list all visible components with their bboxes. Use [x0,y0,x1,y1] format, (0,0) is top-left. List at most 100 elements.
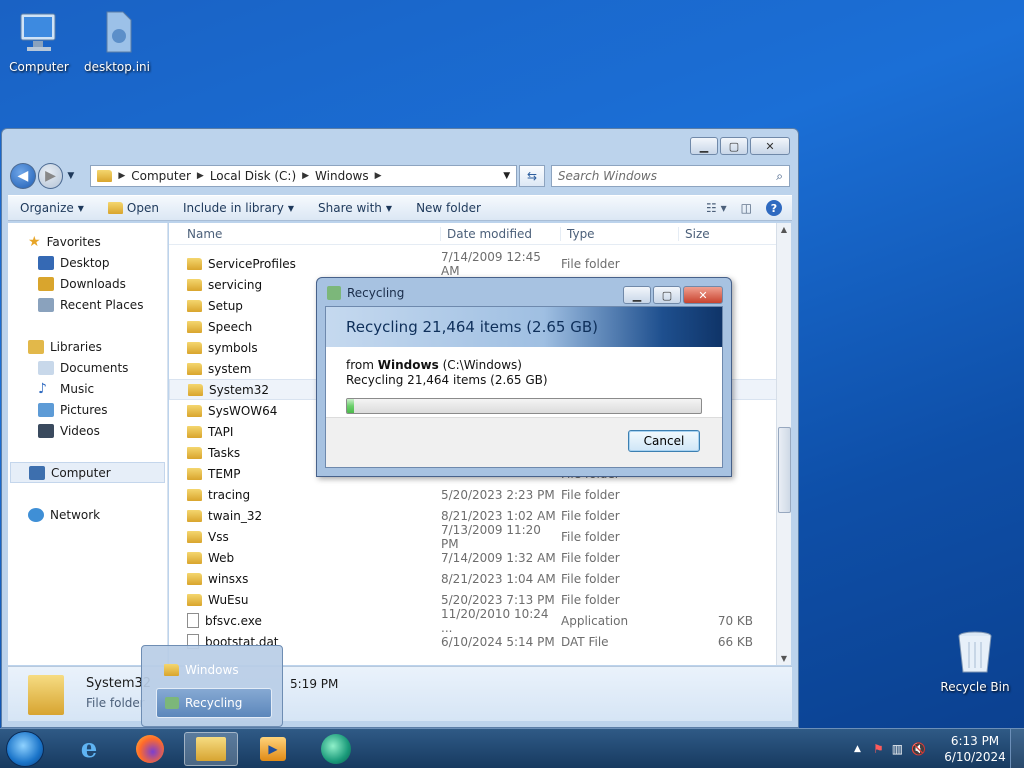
progress-fill [347,399,355,413]
taskbar-media-player[interactable]: ▶ [246,732,300,766]
window-list-item-recycling[interactable]: Recycling [156,688,272,718]
file-row[interactable]: winsxs 8/21/2023 1:04 AM File folder [169,568,779,589]
scrollbar-thumb[interactable] [778,427,791,513]
share-with-button[interactable]: Share with ▼ [306,201,404,215]
column-type[interactable]: Type [561,226,679,241]
file-date: 7/13/2009 11:20 PM [441,522,541,551]
show-hidden-icons-icon[interactable]: ▲ [854,744,861,754]
nav-network[interactable]: Network [8,504,167,525]
clock[interactable]: 6:13 PM 6/10/2024 [940,733,1010,765]
column-date[interactable]: Date modified [441,226,561,241]
taskbar-firefox[interactable] [123,732,177,766]
taskbar-internet-explorer[interactable]: e [62,732,116,766]
open-button[interactable]: Open [96,201,171,215]
dialog-minimize-button[interactable]: ▁ [623,286,651,304]
nav-libraries[interactable]: Libraries [8,336,167,357]
refresh-button[interactable]: ⇆ [519,165,545,187]
breadcrumb-local-disk[interactable]: Local Disk (C:) [210,169,296,183]
folder-icon [187,299,202,312]
forward-button[interactable]: ▶ [37,163,64,189]
volume-muted-icon[interactable]: 🔇 [911,742,926,756]
folder-icon [164,664,179,676]
scroll-down-icon[interactable]: ▼ [777,654,791,663]
network-tray-icon[interactable]: ▥ [892,742,903,756]
desktop-icon-recycle-bin[interactable]: Recycle Bin [939,630,1011,694]
cancel-button[interactable]: Cancel [628,430,700,452]
nav-computer[interactable]: Computer [10,462,165,483]
help-icon[interactable]: ? [766,200,782,216]
file-name: Tasks [208,445,241,460]
folder-icon [107,202,123,214]
taskbar-explorer[interactable] [184,732,238,766]
folder-icon [187,572,202,585]
taskbar-app[interactable] [309,732,363,766]
window-list-item-windows[interactable]: Windows [156,655,272,685]
nav-recent-places[interactable]: Recent Places [8,294,167,315]
file-row[interactable]: tracing 5/20/2023 2:23 PM File folder [169,484,779,505]
file-row[interactable]: Vss 7/13/2009 11:20 PM File folder [169,523,779,551]
nav-label: Downloads [60,276,126,291]
share-label: Share with [318,201,382,215]
details-type: File folder [86,696,145,710]
maximize-button[interactable]: ▢ [720,137,748,155]
start-button[interactable] [6,731,44,767]
folder-icon [187,467,202,480]
folder-icon [187,425,202,438]
column-size[interactable]: Size [679,227,753,241]
back-button[interactable]: ◀ [10,163,36,189]
dialog-maximize-button[interactable]: ▢ [653,286,681,304]
chevron-down-icon: ▼ [77,203,84,213]
folder-icon [187,341,202,354]
computer-icon [15,10,63,56]
folder-icon [187,488,202,501]
file-row[interactable]: Web 7/14/2009 1:32 AM File folder [169,547,779,568]
action-center-icon[interactable]: ⚑ [873,742,884,756]
dialog-close-button[interactable]: ✕ [683,286,723,304]
breadcrumb-windows[interactable]: Windows [315,169,369,183]
nav-downloads[interactable]: Downloads [8,273,167,294]
nav-documents[interactable]: Documents [8,357,167,378]
file-date: 5/20/2023 2:23 PM [441,487,555,502]
file-name: twain_32 [208,508,263,523]
folder-icon [187,320,202,333]
view-options-icon[interactable]: ☷ ▾ [706,201,727,215]
file-type: File folder [561,529,620,544]
desktop-icon-desktop-ini[interactable]: desktop.ini [81,10,153,74]
organize-button[interactable]: Organize ▼ [8,201,96,215]
new-folder-label: New folder [416,201,481,215]
nav-music[interactable]: ♪ Music [8,378,167,399]
nav-videos[interactable]: Videos [8,420,167,441]
recycling-dialog[interactable]: Recycling ▁ ▢ ✕ Recycling 21,464 items (… [316,277,732,477]
folder-icon [97,170,113,182]
folder-icon [187,362,202,375]
nav-favorites[interactable]: ★ Favorites [8,231,167,252]
address-bar[interactable]: ▶ Computer ▶ Local Disk (C:) ▶ Windows ▶… [90,165,518,187]
breadcrumb-computer[interactable]: Computer [131,169,191,183]
search-input[interactable]: Search Windows ⌕ [550,165,791,187]
column-name[interactable]: Name [169,226,441,241]
desktop-icon-label: desktop.ini [84,60,150,74]
scroll-up-icon[interactable]: ▲ [777,225,791,234]
address-dropdown-icon[interactable]: ▼ [503,171,510,181]
preview-pane-icon[interactable]: ◫ [741,201,752,215]
desktop-icon-computer[interactable]: Computer [3,10,75,74]
file-row[interactable]: ServiceProfiles 7/14/2009 12:45 AM File fo… [169,250,779,278]
vertical-scrollbar[interactable]: ▲ ▼ [776,223,791,665]
file-row[interactable]: bfsvc.exe 11/20/2010 10:24 ... Application… [169,607,779,635]
nav-label: Libraries [50,339,102,354]
nav-desktop[interactable]: Desktop [8,252,167,273]
file-date: 7/14/2009 12:45 AM [441,249,541,278]
taskbar: e ▶ ▲ ⚑ ▥ 🔇 6:13 PM 6/10/2024 [0,728,1024,768]
minimize-button[interactable]: ▁ [690,137,718,155]
recent-pages-icon[interactable]: ▼ [67,171,74,181]
show-desktop-button[interactable] [1010,729,1024,768]
nav-label: Favorites [46,234,101,249]
close-button[interactable]: ✕ [750,137,790,155]
new-folder-button[interactable]: New folder [404,201,493,215]
recycle-icon [165,697,179,709]
file-name-cell: ServiceProfiles [169,257,441,271]
nav-pictures[interactable]: Pictures [8,399,167,420]
clock-time: 6:13 PM [950,734,1000,748]
desktop-icon-label: Computer [9,60,69,74]
include-in-library-button[interactable]: Include in library ▼ [171,201,306,215]
